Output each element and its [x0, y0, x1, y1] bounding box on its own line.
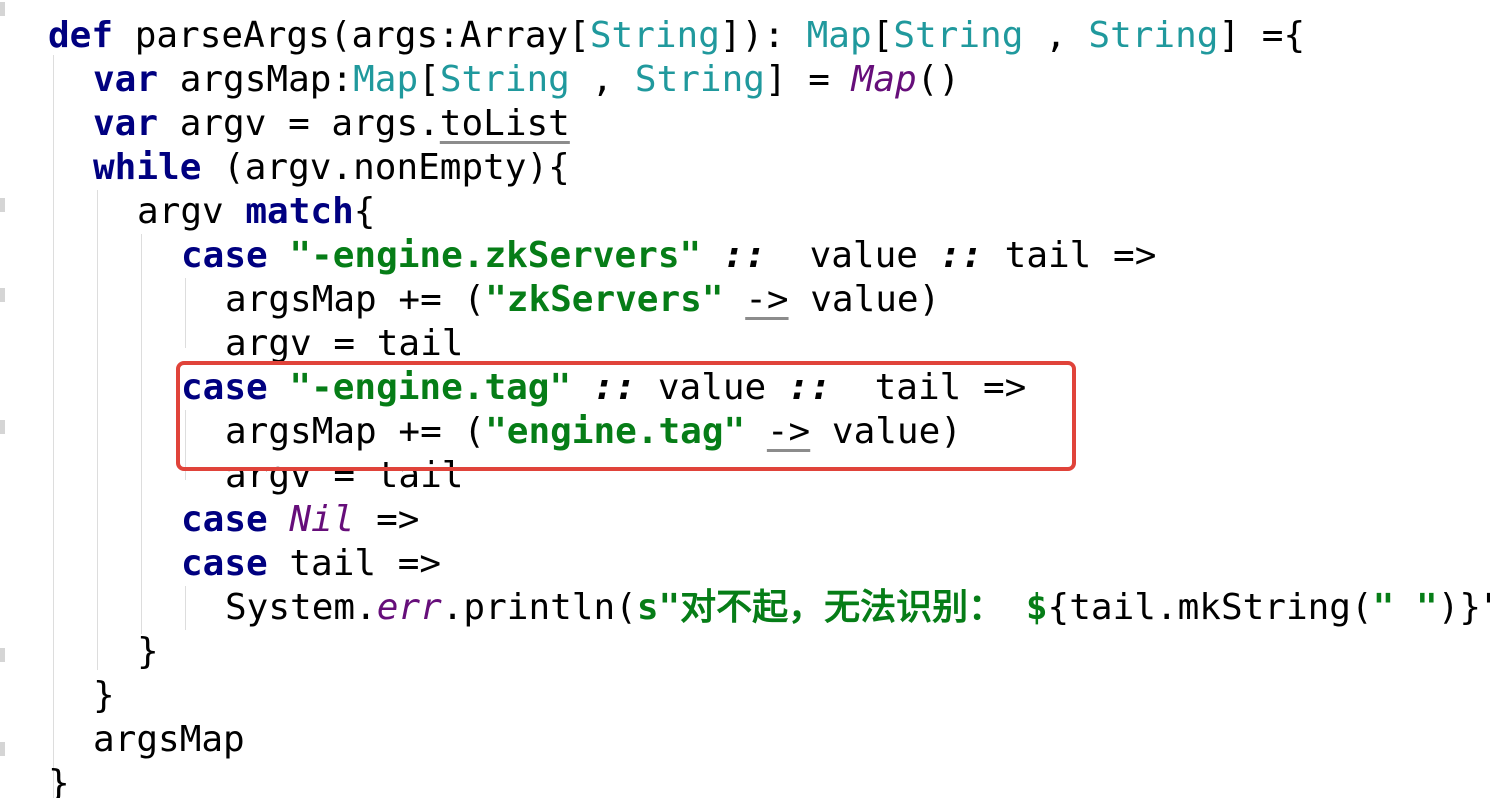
code-line-case-tail[interactable]: case tail => [181, 542, 441, 586]
code-token: System. [225, 587, 377, 628]
code-line-argsmap-zkservers[interactable]: argsMap += ("zkServers" -> value) [225, 278, 940, 322]
gutter-fold-marker[interactable] [0, 2, 5, 16]
gutter-fold-marker[interactable] [0, 198, 5, 212]
code-line-while[interactable]: while (argv.nonEmpty){ [93, 146, 570, 190]
code-token: } [93, 675, 115, 716]
code-token: [ [418, 59, 440, 100]
code-token: String [589, 15, 720, 56]
code-token: String [439, 59, 570, 100]
code-token: String [634, 59, 765, 100]
editor-gutter [0, 0, 10, 798]
code-editor[interactable]: def parseArgs(args:Array[String]): Map[S… [0, 0, 1492, 798]
code-token: } [137, 631, 159, 672]
indent-guide [185, 278, 186, 348]
code-token: , [1023, 15, 1089, 56]
code-token: ]): [719, 15, 807, 56]
code-token: argsMap += ( [225, 279, 486, 320]
code-token: ] = [764, 59, 852, 100]
code-line-case-nil[interactable]: case Nil => [181, 498, 419, 542]
code-line-var-argv[interactable]: var argv = args.toList [93, 102, 570, 146]
code-token: Nil [289, 499, 355, 540]
code-token: (argv.nonEmpty){ [223, 147, 570, 188]
code-token: var [93, 103, 180, 144]
code-token: .println( [441, 587, 637, 628]
code-token: {tail.mkString( [1047, 587, 1373, 628]
code-token: , [569, 59, 635, 100]
code-token: case [181, 235, 290, 276]
code-line-close-brace[interactable]: } [137, 630, 159, 674]
code-token: { [353, 191, 376, 232]
code-token: value [766, 235, 940, 276]
code-token: } [48, 763, 70, 798]
code-token: Map [353, 59, 419, 100]
code-line-println[interactable]: System.err.println(s"对不起，无法识别： ${tail.mk… [225, 586, 1492, 630]
code-token: Map [851, 59, 917, 100]
code-token: tail => [289, 543, 442, 584]
code-token: argsMap [93, 719, 245, 760]
code-line-match[interactable]: argv match{ [137, 190, 375, 234]
code-token: :: [722, 235, 767, 276]
code-token: err [376, 587, 442, 628]
code-token: argv = tail [225, 323, 464, 364]
code-line-var-argsmap[interactable]: var argsMap:Map[String , String] = Map() [93, 58, 960, 102]
code-token: tail => [982, 235, 1157, 276]
code-line-def[interactable]: def parseArgs(args:Array[String]): Map[S… [48, 14, 1305, 58]
gutter-fold-marker[interactable] [0, 742, 5, 756]
code-token: " " [1372, 587, 1438, 628]
code-token: ] ={ [1218, 15, 1306, 56]
code-token: "-engine.zkServers" [289, 235, 702, 276]
code-token: while [93, 147, 224, 188]
indent-guide [97, 190, 98, 670]
code-token: case [181, 543, 290, 584]
code-token: $ [1025, 587, 1048, 628]
code-token: var [93, 59, 180, 100]
code-token: toList [439, 103, 570, 144]
code-line-case-zkservers[interactable]: case "-engine.zkServers" :: value :: tai… [181, 234, 1156, 278]
code-token: String [893, 15, 1024, 56]
code-token: def [48, 15, 135, 56]
code-line-close-brace[interactable]: } [48, 762, 70, 798]
gutter-fold-marker[interactable] [0, 288, 5, 302]
code-token: s"对不起，无法识别： [636, 587, 1026, 628]
indent-guide [185, 586, 186, 630]
code-token: Map [806, 15, 872, 56]
code-token: argv = args. [179, 103, 440, 144]
code-line-return-argsmap[interactable]: argsMap [93, 718, 245, 762]
code-token: )}" [1437, 587, 1492, 628]
code-token: [ [871, 15, 894, 56]
code-token: argv [137, 191, 246, 232]
indent-guide [141, 234, 142, 634]
code-token: () [916, 59, 961, 100]
code-token: value) [788, 279, 941, 320]
highlight-annotation-box [176, 361, 1076, 471]
gutter-fold-marker[interactable] [0, 420, 5, 434]
code-token: "zkServers" [485, 279, 724, 320]
code-token: case [181, 499, 290, 540]
code-token: :: [939, 235, 983, 276]
indent-guide [53, 55, 54, 798]
code-token: argsMap: [179, 59, 354, 100]
code-token: => [354, 499, 420, 540]
code-token: String [1088, 15, 1219, 56]
gutter-fold-marker[interactable] [0, 648, 5, 662]
code-line-argv-tail[interactable]: argv = tail [225, 322, 463, 366]
code-token: match [245, 191, 354, 232]
code-token: parseArgs(args:Array[ [134, 15, 590, 56]
code-token: -> [745, 279, 789, 320]
code-line-close-brace[interactable]: } [93, 674, 115, 718]
